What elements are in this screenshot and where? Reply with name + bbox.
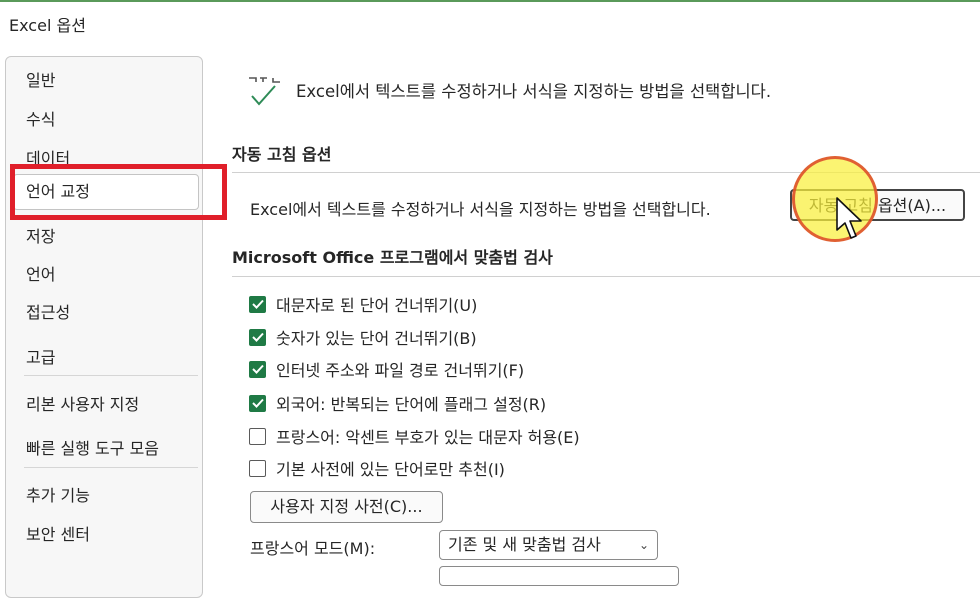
option-french-accented-uppercase[interactable]: 프랑스어: 악센트 부호가 있는 대문자 허용(E) xyxy=(249,425,580,447)
french-mode-select[interactable]: 기존 및 새 맞춤법 검사 ⌄ xyxy=(439,530,658,560)
option-label: 기본 사전에 있는 단어로만 추천(I) xyxy=(276,460,505,479)
chevron-down-icon: ⌄ xyxy=(638,538,649,552)
sidebar-item-advanced[interactable]: 고급 xyxy=(26,344,55,368)
checkmark-icon xyxy=(251,299,264,309)
option-flag-repeated-words[interactable]: 외국어: 반복되는 단어에 플래그 설정(R) xyxy=(249,392,546,414)
autocorrect-options-button[interactable]: 자동 고침 옵션(A)... xyxy=(790,189,965,221)
french-mode-label: 프랑스어 모드(M): xyxy=(250,539,376,558)
sidebar-item-save[interactable]: 저장 xyxy=(26,223,55,247)
option-label: 인터넷 주소와 파일 경로 건너뛰기(F) xyxy=(276,361,525,380)
option-label: 숫자가 있는 단어 건너뛰기(B) xyxy=(276,329,477,348)
secondary-select[interactable] xyxy=(439,566,679,586)
sidebar-item-data[interactable]: 데이터 xyxy=(26,145,70,169)
option-ignore-internet-paths[interactable]: 인터넷 주소와 파일 경로 건너뛰기(F) xyxy=(249,358,524,380)
option-label: 대문자로 된 단어 건너뛰기(U) xyxy=(276,296,478,315)
checkbox-checked[interactable] xyxy=(249,328,266,346)
sidebar-item-accessibility[interactable]: 접근성 xyxy=(26,299,70,323)
sidebar-item-formulas[interactable]: 수식 xyxy=(26,106,55,130)
checkbox-checked[interactable] xyxy=(249,394,266,412)
checkbox-checked[interactable] xyxy=(249,360,266,378)
section-title-spelling: Microsoft Office 프로그램에서 맞춤법 검사 xyxy=(232,248,553,267)
custom-dictionaries-button[interactable]: 사용자 지정 사전(C)... xyxy=(250,491,443,523)
checkmark-icon xyxy=(251,398,264,408)
section-title-autocorrect: 자동 고침 옵션 xyxy=(232,145,332,164)
sidebar-item-language[interactable]: 언어 xyxy=(26,261,55,285)
option-label: 프랑스어: 악센트 부호가 있는 대문자 허용(E) xyxy=(276,428,580,447)
option-ignore-numbers[interactable]: 숫자가 있는 단어 건너뛰기(B) xyxy=(249,326,477,348)
sidebar-item-customize-ribbon[interactable]: 리본 사용자 지정 xyxy=(26,391,139,415)
option-suggest-main-dictionary-only[interactable]: 기본 사전에 있는 단어로만 추천(I) xyxy=(249,457,505,479)
checkbox-unchecked[interactable] xyxy=(249,427,266,445)
abc-check-icon xyxy=(249,77,280,106)
sidebar-item-proofing[interactable]: 언어 교정 xyxy=(13,174,199,210)
french-mode-value: 기존 및 새 맞춤법 검사 xyxy=(448,535,601,554)
window-title: Excel 옵션 xyxy=(9,16,86,35)
sidebar-item-general[interactable]: 일반 xyxy=(26,67,55,91)
sidebar-item-trust-center[interactable]: 보안 센터 xyxy=(26,521,90,545)
window-top-border xyxy=(0,0,980,2)
section-divider xyxy=(232,276,980,277)
sidebar-item-quick-access-toolbar[interactable]: 빠른 실행 도구 모음 xyxy=(26,435,159,459)
sidebar: 일반 수식 데이터 언어 교정 저장 언어 접근성 고급 리본 사용자 지정 빠… xyxy=(5,56,203,598)
sidebar-divider xyxy=(24,375,198,376)
header-description: Excel에서 텍스트를 수정하거나 서식을 지정하는 방법을 선택합니다. xyxy=(296,82,772,101)
checkbox-checked[interactable] xyxy=(249,295,266,313)
section-divider xyxy=(232,172,980,173)
autocorrect-description: Excel에서 텍스트를 수정하거나 서식을 지정하는 방법을 선택합니다. xyxy=(250,200,711,219)
sidebar-item-add-ins[interactable]: 추가 기능 xyxy=(26,482,90,506)
checkbox-unchecked[interactable] xyxy=(249,459,266,477)
option-ignore-uppercase[interactable]: 대문자로 된 단어 건너뛰기(U) xyxy=(249,293,477,315)
checkmark-icon xyxy=(251,364,264,374)
option-label: 외국어: 반복되는 단어에 플래그 설정(R) xyxy=(276,395,547,414)
checkmark-icon xyxy=(251,332,264,342)
sidebar-divider xyxy=(24,467,198,468)
